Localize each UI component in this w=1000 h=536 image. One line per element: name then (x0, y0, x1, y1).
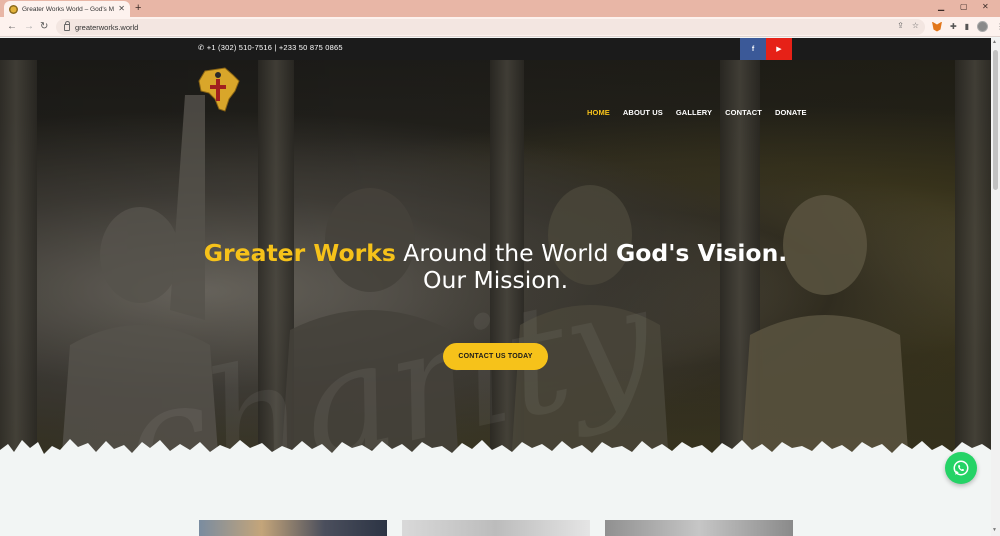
lock-icon (64, 20, 70, 31)
web-page: ✆ +1 (302) 510-7516 | +233 50 875 0865 f… (0, 38, 991, 536)
gallery-card-image[interactable] (199, 520, 387, 536)
whatsapp-icon (953, 460, 969, 476)
headline-our-mission: Our Mission. (422, 266, 569, 294)
page-scrollbar[interactable]: ▲ ▼ (991, 38, 1000, 536)
media-control-icon[interactable]: ▮ (965, 22, 969, 32)
browser-toolbar: ← → ↻ greaterworks.world ⇪ ☆ ✚ ▮ ⋮ (0, 17, 1000, 37)
profile-avatar[interactable] (977, 21, 989, 32)
tab-close-icon[interactable]: ✕ (118, 5, 125, 13)
headline-greater-works: Greater Works (203, 239, 396, 267)
new-tab-button[interactable]: + (135, 2, 141, 14)
window-close-icon[interactable]: ✕ (982, 2, 989, 12)
scrollbar-thumb[interactable] (993, 50, 998, 190)
scroll-down-arrow-icon[interactable]: ▼ (992, 527, 997, 533)
minimize-icon[interactable]: ▁ (938, 2, 944, 12)
tab-title: Greater Works World – God's Mi... (22, 5, 115, 13)
facebook-button[interactable]: f (740, 38, 766, 60)
gallery-card-image[interactable] (402, 520, 590, 536)
address-bar[interactable]: greaterworks.world ⇪ ☆ (56, 19, 925, 35)
hero-headline: Greater Works Around the World God's Vis… (0, 240, 991, 294)
content-section (0, 480, 991, 536)
browser-menu-icon[interactable]: ⋮ (996, 22, 1000, 32)
browser-tab[interactable]: Greater Works World – God's Mi... ✕ (4, 1, 130, 17)
bookmark-star-icon[interactable]: ☆ (912, 21, 919, 30)
phone-icon: ✆ (198, 43, 207, 52)
reload-icon[interactable]: ↻ (40, 20, 48, 33)
forward-arrow-icon[interactable]: → (24, 20, 34, 33)
gallery-card-image[interactable] (605, 520, 793, 536)
nav-gallery[interactable]: GALLERY (676, 108, 712, 117)
maximize-icon[interactable]: ▢ (960, 2, 968, 12)
facebook-icon: f (751, 45, 755, 53)
contact-us-today-button[interactable]: CONTACT US TODAY (443, 343, 548, 370)
nav-home[interactable]: HOME (587, 108, 610, 117)
nav-about-us[interactable]: ABOUT US (623, 108, 663, 117)
browser-tab-bar: Greater Works World – God's Mi... ✕ + ▁ … (0, 0, 1000, 17)
top-info-bar: ✆ +1 (302) 510-7516 | +233 50 875 0865 f… (0, 38, 991, 60)
site-logo[interactable] (195, 65, 243, 115)
back-arrow-icon[interactable]: ← (7, 20, 17, 33)
nav-contact[interactable]: CONTACT (725, 108, 762, 117)
site-favicon-icon (9, 4, 18, 14)
whatsapp-chat-button[interactable] (945, 452, 977, 484)
address-url: greaterworks.world (75, 22, 139, 32)
main-navigation: HOME ABOUT US GALLERY CONTACT DONATE (587, 108, 807, 117)
headline-gods-vision: God's Vision. (615, 239, 788, 267)
youtube-button[interactable]: ▶ (766, 38, 792, 60)
extensions-puzzle-icon[interactable]: ✚ (950, 22, 957, 32)
nav-donate[interactable]: DONATE (775, 108, 807, 117)
share-icon[interactable]: ⇪ (897, 21, 904, 30)
phone-text: +1 (302) 510-7516 | +233 50 875 0865 (206, 43, 343, 52)
headline-around-world: Around the World (395, 239, 616, 267)
scroll-up-arrow-icon[interactable]: ▲ (992, 39, 997, 45)
metamask-fox-icon[interactable] (932, 21, 942, 32)
hero-section: charity HOME ABOUT US GALLERY CONTACT DO… (0, 60, 991, 534)
youtube-icon: ▶ (776, 46, 782, 53)
phone-numbers: ✆ +1 (302) 510-7516 | +233 50 875 0865 (198, 43, 343, 52)
